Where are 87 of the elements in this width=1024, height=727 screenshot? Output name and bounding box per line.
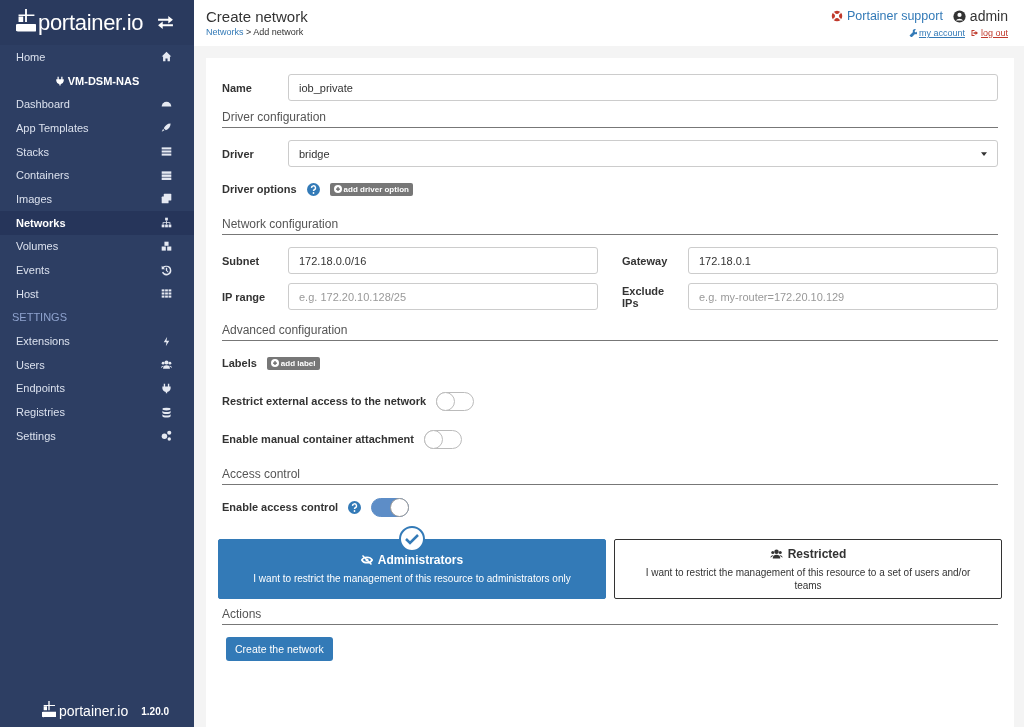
plug-icon: [161, 382, 172, 394]
sidebar-item[interactable]: Settings: [0, 424, 194, 448]
sidebar-item[interactable]: Networks: [0, 210, 194, 235]
sidebar-item[interactable]: Stacks: [0, 139, 194, 164]
endpoint-name: VM-DSM-NAS: [67, 74, 140, 87]
gateway-input-field[interactable]: 172.18.0.1: [688, 247, 998, 274]
create-network-button[interactable]: Create the network: [226, 637, 333, 661]
history-icon: [161, 264, 172, 276]
section-heading: SETTINGS: [11, 310, 68, 326]
toggle-switch[interactable]: [371, 497, 410, 517]
exclude-ips-input-field[interactable]: e.g. my-router=172.20.10.129: [688, 283, 998, 310]
breadcrumb-current: > Add network: [246, 27, 304, 37]
version-text: 1.20.0: [141, 705, 170, 717]
user-icon: [952, 9, 966, 23]
sign-out-icon: [970, 29, 979, 37]
lifebuoy-icon: [830, 10, 843, 22]
footer-logo-text: portainer.io: [59, 703, 129, 719]
section-title: Actions: [222, 607, 998, 625]
section-title: Driver configuration: [222, 110, 998, 128]
option-description: I want to restrict the management of this resource to administrators only: [253, 572, 571, 585]
username: admin: [969, 8, 1008, 24]
list-icon: [161, 146, 172, 158]
help-icon[interactable]: [348, 500, 362, 514]
bolt-icon: [161, 335, 172, 347]
sidebar-item[interactable]: Extensions: [0, 329, 194, 353]
subnet-input-field[interactable]: 172.18.0.0/16: [288, 247, 598, 274]
swap-arrows-icon[interactable]: [158, 16, 173, 29]
sidebar-item[interactable]: Home: [0, 45, 194, 69]
sidebar-item[interactable]: App Templates: [0, 116, 194, 140]
field-label: IP range: [222, 290, 267, 303]
field-label: Labels: [222, 357, 257, 369]
section-title: Access control: [222, 467, 998, 485]
toggle-switch[interactable]: [436, 391, 475, 411]
sidebar-item[interactable]: Endpoints: [0, 376, 194, 401]
plus-circle-icon: [270, 359, 279, 367]
users-icon: [769, 547, 783, 560]
toggle-switch[interactable]: [423, 429, 462, 449]
section-title: Advanced configuration: [222, 323, 998, 341]
field-label: Driver options: [222, 183, 297, 195]
support-link[interactable]: Portainer support: [846, 9, 943, 23]
copy-icon: [161, 193, 172, 205]
sidebar-item[interactable]: Host: [0, 281, 194, 306]
caret-icon: [981, 151, 987, 156]
sidebar-item[interactable]: Dashboard: [0, 92, 194, 117]
add-driver-option-button[interactable]: add driver option: [329, 182, 413, 196]
sidebar-item[interactable]: Containers: [0, 163, 194, 188]
sidebar-item[interactable]: Volumes: [0, 234, 194, 259]
option-title: Administrators: [377, 553, 464, 567]
section-title: Network configuration: [222, 217, 998, 235]
option-description: I want to restrict the management of this resource to a set of users and/or teams: [644, 565, 972, 592]
toggle-label: Enable manual container attachment: [222, 433, 414, 445]
access-option-card[interactable]: Administrators I want to restrict the management of this resource to administrators only: [218, 539, 606, 599]
field-label: Exclude IPs: [622, 284, 666, 309]
eye-slash-icon: [360, 554, 373, 566]
field-label: Driver: [222, 147, 255, 160]
database-icon: [161, 406, 172, 418]
wrench-icon: [908, 29, 917, 37]
sidebar-item[interactable]: Users: [0, 352, 194, 377]
server-icon: [161, 169, 172, 181]
cubes-icon: [161, 240, 172, 252]
field-label: Name: [222, 81, 253, 94]
driver-select[interactable]: bridge: [288, 140, 998, 167]
help-icon[interactable]: [306, 182, 320, 196]
sitemap-icon: [161, 217, 172, 229]
page-title: Create network: [206, 8, 308, 25]
name-input-field[interactable]: iob_private: [288, 74, 998, 101]
log-out-link[interactable]: log out: [980, 28, 1008, 38]
plus-circle-icon: [333, 185, 342, 193]
option-title: Restricted: [787, 546, 847, 561]
check-circle-icon: [399, 526, 425, 552]
add-label-button[interactable]: add label: [266, 356, 320, 370]
field-label: Subnet: [222, 254, 261, 267]
my-account-link[interactable]: my account: [918, 28, 965, 38]
toggle-label: Enable access control: [222, 501, 339, 513]
plug-icon: [54, 75, 65, 86]
sidebar-item[interactable]: Events: [0, 258, 194, 282]
ip-range-input-field[interactable]: e.g. 172.20.10.128/25: [288, 283, 598, 310]
access-option-card[interactable]: Restricted I want to restrict the management of this resource to a set of users and/or teams: [614, 539, 1002, 599]
home-icon: [161, 51, 172, 63]
field-label: Gateway: [622, 254, 669, 267]
users-icon: [161, 359, 172, 371]
grid-icon: [161, 288, 172, 300]
toggle-label: Restrict external access to the network: [222, 395, 427, 407]
rocket-icon: [161, 122, 172, 134]
sidebar-item[interactable]: Registries: [0, 400, 194, 424]
breadcrumb-link[interactable]: Networks: [206, 27, 244, 37]
sidebar-item[interactable]: Images: [0, 187, 194, 211]
